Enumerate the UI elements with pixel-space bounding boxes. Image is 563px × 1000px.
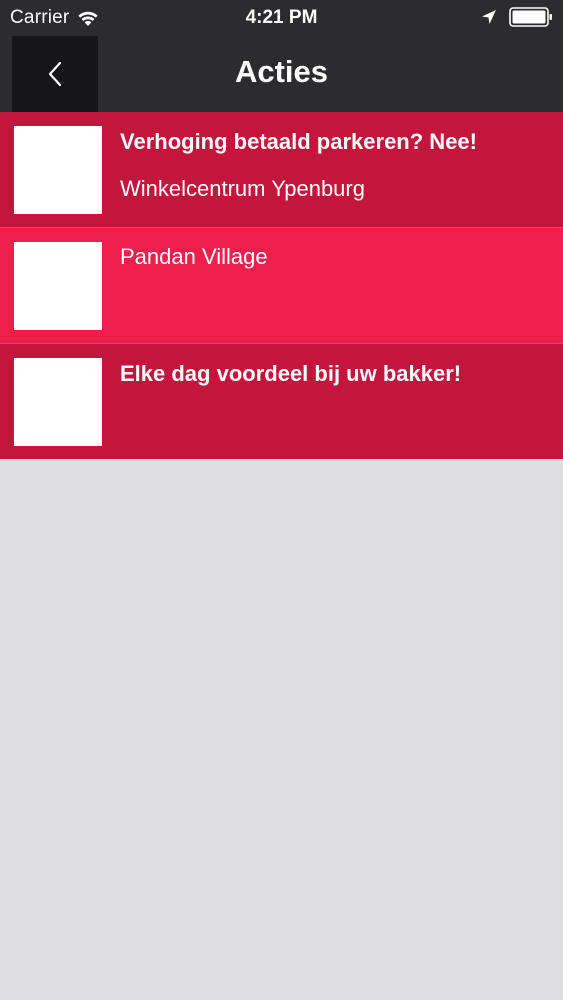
list-item[interactable]: Elke dag voordeel bij uw bakker! [0, 344, 563, 459]
status-time: 4:21 PM [245, 7, 318, 28]
item-thumbnail [14, 242, 102, 330]
battery-icon [509, 7, 552, 27]
page-title: Acties [234, 54, 329, 89]
status-bar: Carrier 4:21 PM [0, 0, 563, 36]
item-thumbnail [14, 358, 102, 446]
list-item[interactable]: Verhoging betaald parkeren? Nee! Winkelc… [0, 112, 563, 228]
navigation-header: Carrier 4:21 PM Acties [0, 0, 563, 112]
item-subtitle: Pandan Village [120, 244, 268, 269]
item-title: Elke dag voordeel bij uw bakker! [120, 361, 462, 386]
item-thumbnail [14, 126, 102, 214]
status-right-icons [481, 7, 553, 27]
item-title: Verhoging betaald parkeren? Nee! [120, 129, 477, 154]
location-arrow-icon [482, 10, 496, 24]
item-subtitle: Winkelcentrum Ypenburg [120, 176, 365, 201]
actions-list: Verhoging betaald parkeren? Nee! Winkelc… [0, 112, 563, 459]
list-item[interactable]: Pandan Village [0, 228, 563, 344]
